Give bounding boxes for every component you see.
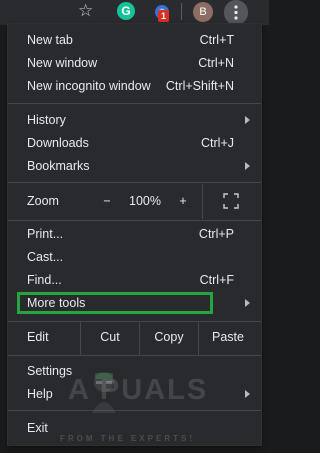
zoom-divider bbox=[202, 184, 203, 219]
menu-item-cast[interactable]: Cast... bbox=[8, 246, 261, 269]
menu-item-shortcut: Ctrl+J bbox=[201, 136, 234, 150]
menu-item-shortcut: Ctrl+N bbox=[198, 56, 234, 70]
menu-item-label: New window bbox=[27, 56, 98, 70]
menu-item-new-window[interactable]: New window Ctrl+N bbox=[8, 52, 261, 75]
profile-avatar[interactable]: B bbox=[193, 2, 213, 22]
menu-item-bookmarks[interactable]: Bookmarks bbox=[8, 155, 261, 178]
zoom-label: Zoom bbox=[27, 194, 59, 208]
menu-item-label: Bookmarks bbox=[27, 159, 90, 173]
menu-item-label: Cast... bbox=[27, 250, 64, 264]
submenu-arrow-icon bbox=[245, 390, 250, 398]
menu-item-print[interactable]: Print... Ctrl+P bbox=[8, 223, 261, 246]
menu-item-label: Exit bbox=[27, 421, 48, 435]
menu-item-label: New incognito window bbox=[27, 79, 151, 93]
menu-separator bbox=[8, 103, 261, 104]
more-tools-highlight-box bbox=[17, 292, 213, 314]
kebab-menu-icon bbox=[234, 5, 238, 20]
menu-item-label: Help bbox=[27, 387, 53, 401]
menu-item-shortcut: Ctrl+P bbox=[198, 227, 234, 241]
zoom-out-button[interactable]: − bbox=[92, 190, 122, 213]
star-icon[interactable]: ☆ bbox=[78, 2, 96, 20]
zoom-level-value: 100% bbox=[129, 194, 161, 208]
menu-item-label: Settings bbox=[27, 364, 73, 378]
menu-item-shortcut: Ctrl+T bbox=[199, 33, 234, 47]
fullscreen-icon[interactable] bbox=[223, 193, 239, 209]
menu-item-new-tab[interactable]: New tab Ctrl+T bbox=[8, 29, 261, 52]
submenu-arrow-icon bbox=[245, 116, 250, 124]
menu-item-label: Print... bbox=[27, 227, 64, 241]
menu-item-new-incognito-window[interactable]: New incognito window Ctrl+Shift+N bbox=[8, 75, 261, 98]
edit-label: Edit bbox=[27, 330, 49, 344]
menu-separator bbox=[8, 321, 261, 322]
menu-item-label: New tab bbox=[27, 33, 73, 47]
kebab-menu-button[interactable] bbox=[224, 0, 248, 25]
menu-separator bbox=[8, 182, 261, 183]
menu-item-label: Find... bbox=[27, 273, 62, 287]
menu-item-shortcut: Ctrl+F bbox=[199, 273, 234, 287]
menu-item-label: History bbox=[27, 113, 66, 127]
browser-toolbar: ☆ G 1 B bbox=[0, 0, 269, 25]
zoom-in-button[interactable]: + bbox=[168, 190, 198, 213]
menu-item-label: Downloads bbox=[27, 136, 89, 150]
menu-separator bbox=[8, 220, 261, 221]
copy-button[interactable]: Copy bbox=[140, 326, 198, 349]
toolbar-divider bbox=[181, 3, 182, 20]
menu-item-downloads[interactable]: Downloads Ctrl+J bbox=[8, 132, 261, 155]
browser-window: ☆ G 1 B New tab Ctrl+T New window Ctrl+N bbox=[0, 0, 269, 453]
paste-button[interactable]: Paste bbox=[199, 326, 257, 349]
menu-item-history[interactable]: History bbox=[8, 109, 261, 132]
menu-separator bbox=[8, 410, 261, 411]
extension-badge: 1 bbox=[158, 10, 169, 22]
menu-item-shortcut: Ctrl+Shift+N bbox=[165, 79, 234, 93]
menu-separator bbox=[8, 355, 261, 356]
watermark-logo-text: A PUALS bbox=[68, 374, 209, 406]
submenu-arrow-icon bbox=[245, 299, 250, 307]
grammarly-icon[interactable]: G bbox=[117, 2, 135, 20]
cut-button[interactable]: Cut bbox=[81, 326, 139, 349]
menu-item-find[interactable]: Find... Ctrl+F bbox=[8, 269, 261, 292]
watermark-tagline: FROM THE EXPERTS! bbox=[60, 434, 196, 443]
submenu-arrow-icon bbox=[245, 162, 250, 170]
